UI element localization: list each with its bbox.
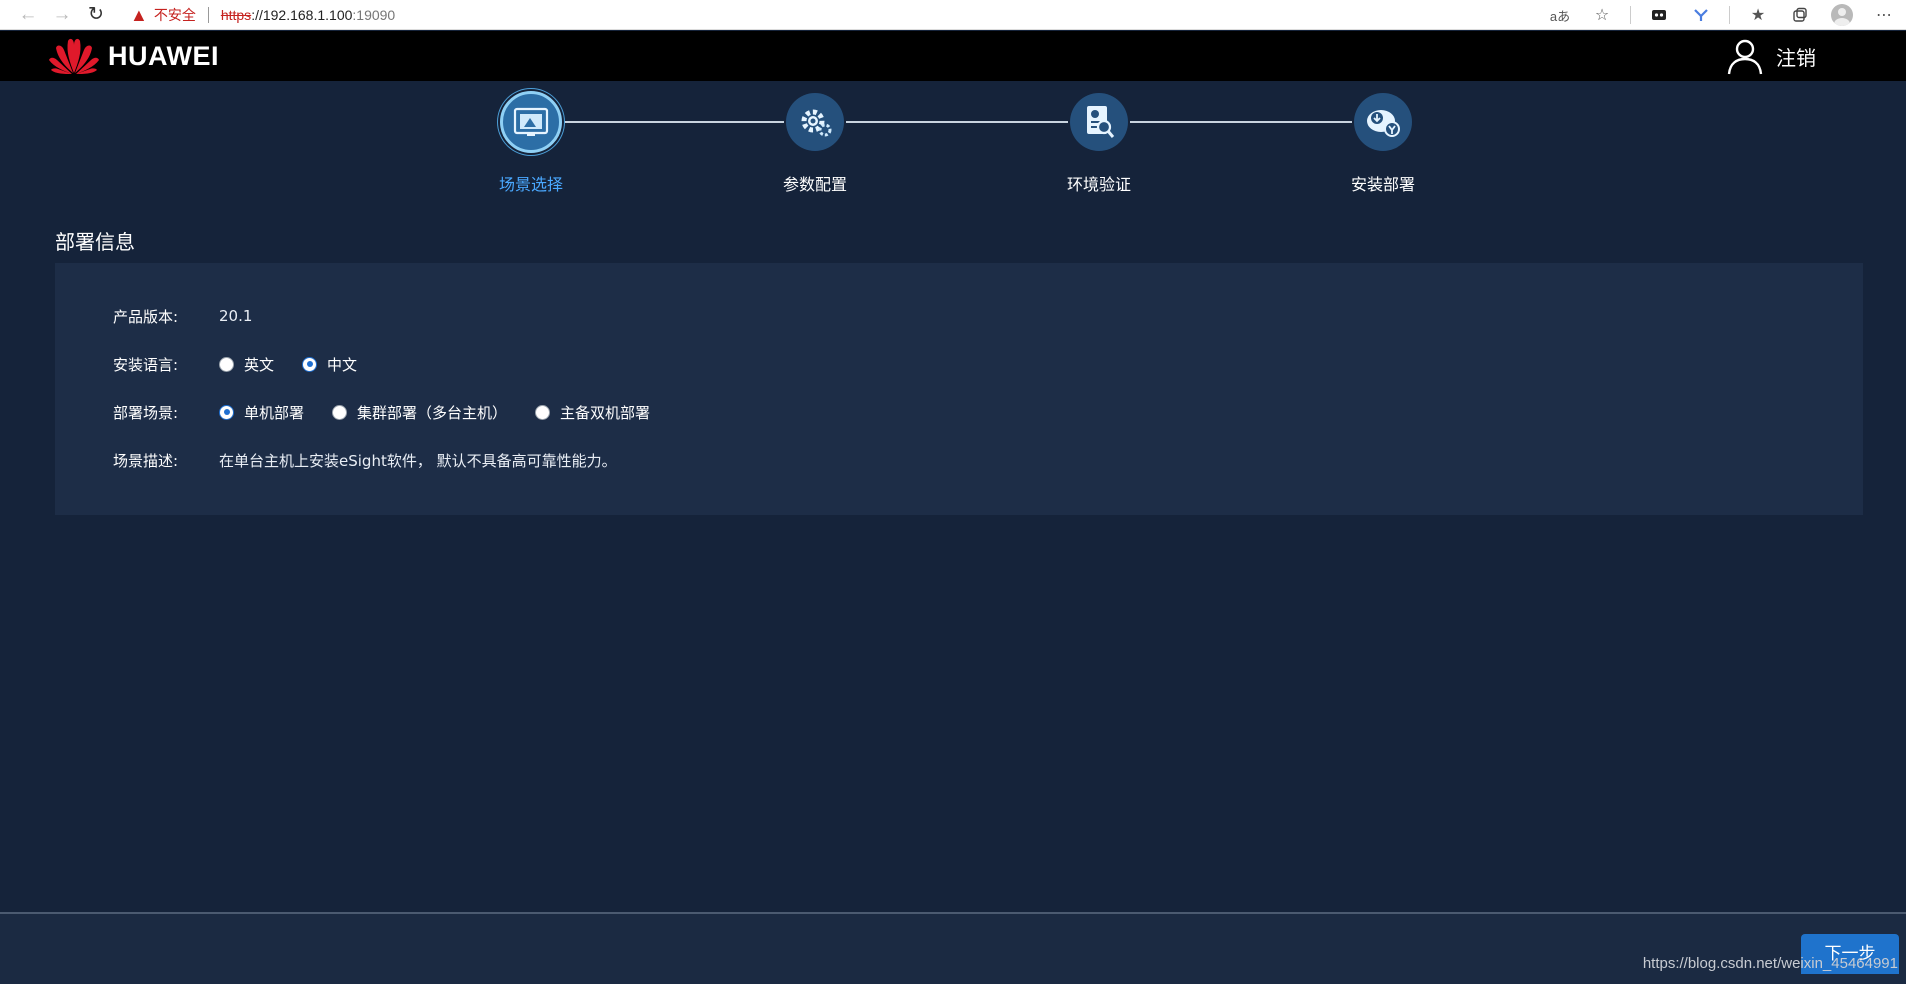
- warning-triangle-icon: ▲: [130, 4, 148, 25]
- product-version-value: 20.1: [219, 307, 253, 325]
- brand-name: HUAWEI: [108, 40, 219, 71]
- toolbar-divider: [1630, 6, 1631, 24]
- gear-config-icon: [786, 93, 844, 151]
- radio-button[interactable]: [219, 356, 234, 372]
- app-header: HUAWEI 注销: [0, 31, 1906, 81]
- install-deploy-icon: [1354, 93, 1412, 151]
- step-scene-select[interactable]: 场景选择: [456, 91, 606, 195]
- footer-bar: [0, 914, 1906, 984]
- env-verify-icon: [1070, 93, 1128, 151]
- favorites-icon[interactable]: ★: [1744, 1, 1772, 29]
- browser-toolbar: ← → ↻ ▲ 不安全 https :// 192.168.1.100 :190…: [0, 0, 1906, 30]
- forward-arrow-icon[interactable]: →: [48, 1, 76, 29]
- url-host: 192.168.1.100: [262, 6, 353, 23]
- radio-label: 单机部署: [244, 403, 305, 422]
- product-version-row: 产品版本: 20.1: [113, 305, 252, 327]
- scenario-option-cluster[interactable]: 集群部署（多台主机）: [332, 402, 507, 423]
- url-separator: ://: [251, 6, 263, 23]
- huawei-logo: HUAWEI: [48, 35, 219, 77]
- radio-button[interactable]: [219, 404, 234, 420]
- radio-label: 英文: [244, 355, 275, 374]
- scenario-row: 部署场景: 单机部署 集群部署（多台主机） 主备双机部署: [113, 401, 678, 423]
- deploy-info-panel: 产品版本: 20.1 安装语言: 英文 中文 部署场景: 单机部署 集群部署（多…: [55, 263, 1863, 515]
- collections-icon[interactable]: [1786, 1, 1814, 29]
- radio-label: 集群部署（多台主机）: [357, 403, 508, 422]
- radio-button[interactable]: [302, 356, 318, 372]
- address-bar[interactable]: ▲ 不安全 https :// 192.168.1.100 :19090: [130, 3, 395, 27]
- description-row: 场景描述: 在单台主机上安装eSight软件， 默认不具备高可靠性能力。: [113, 449, 617, 471]
- browser-actions: aあ ☆ ★ ⋯: [1546, 0, 1898, 30]
- radio-button[interactable]: [332, 404, 348, 420]
- extension-icon[interactable]: [1645, 1, 1673, 29]
- translate-extension-icon[interactable]: [1687, 1, 1715, 29]
- watermark-text: https://blog.csdn.net/weixin_45464991: [1642, 955, 1898, 972]
- address-divider: [207, 6, 209, 23]
- step-install-deploy[interactable]: 安装部署: [1308, 93, 1458, 195]
- scenario-description: 在单台主机上安装eSight软件， 默认不具备高可靠性能力。: [219, 451, 617, 470]
- toolbar-divider: [1729, 6, 1730, 24]
- scenario-option-active-standby[interactable]: 主备双机部署: [535, 402, 650, 423]
- logout-button[interactable]: 注销: [1726, 34, 1816, 78]
- product-version-label: 产品版本:: [113, 307, 179, 326]
- language-option-english[interactable]: 英文: [219, 354, 274, 375]
- profile-avatar-icon[interactable]: [1828, 1, 1856, 29]
- install-wizard-stepper: 场景选择 参数配置 环境验证 安装部署: [0, 81, 1906, 201]
- step-label: 场景选择: [498, 175, 563, 194]
- scenario-option-standalone[interactable]: 单机部署: [219, 402, 304, 423]
- url-protocol: https: [220, 6, 252, 23]
- logout-label: 注销: [1776, 45, 1816, 70]
- more-menu-icon[interactable]: ⋯: [1870, 1, 1898, 29]
- read-aloud-icon[interactable]: aあ: [1546, 1, 1574, 29]
- language-row: 安装语言: 英文 中文: [113, 353, 385, 375]
- radio-label: 中文: [327, 355, 358, 374]
- security-warning-label: 不安全: [153, 7, 196, 24]
- favorite-add-icon[interactable]: ☆: [1588, 1, 1616, 29]
- reload-icon[interactable]: ↻: [82, 1, 110, 29]
- language-label: 安装语言:: [113, 355, 179, 374]
- radio-button[interactable]: [535, 404, 551, 420]
- radio-label: 主备双机部署: [560, 403, 651, 422]
- step-param-config[interactable]: 参数配置: [740, 93, 890, 195]
- step-label: 环境验证: [1066, 175, 1131, 194]
- language-option-chinese[interactable]: 中文: [302, 354, 357, 375]
- user-icon: [1727, 39, 1763, 75]
- url-port: :19090: [352, 6, 396, 23]
- step-env-verify[interactable]: 环境验证: [1024, 93, 1174, 195]
- huawei-petal-logo-icon: [49, 38, 99, 74]
- description-label: 场景描述:: [113, 451, 179, 470]
- step-label: 安装部署: [1350, 175, 1415, 194]
- step-label: 参数配置: [782, 175, 847, 194]
- scenario-label: 部署场景:: [113, 403, 179, 422]
- scene-select-icon: [500, 91, 562, 153]
- back-arrow-icon[interactable]: ←: [14, 1, 42, 29]
- section-title: 部署信息: [55, 230, 135, 254]
